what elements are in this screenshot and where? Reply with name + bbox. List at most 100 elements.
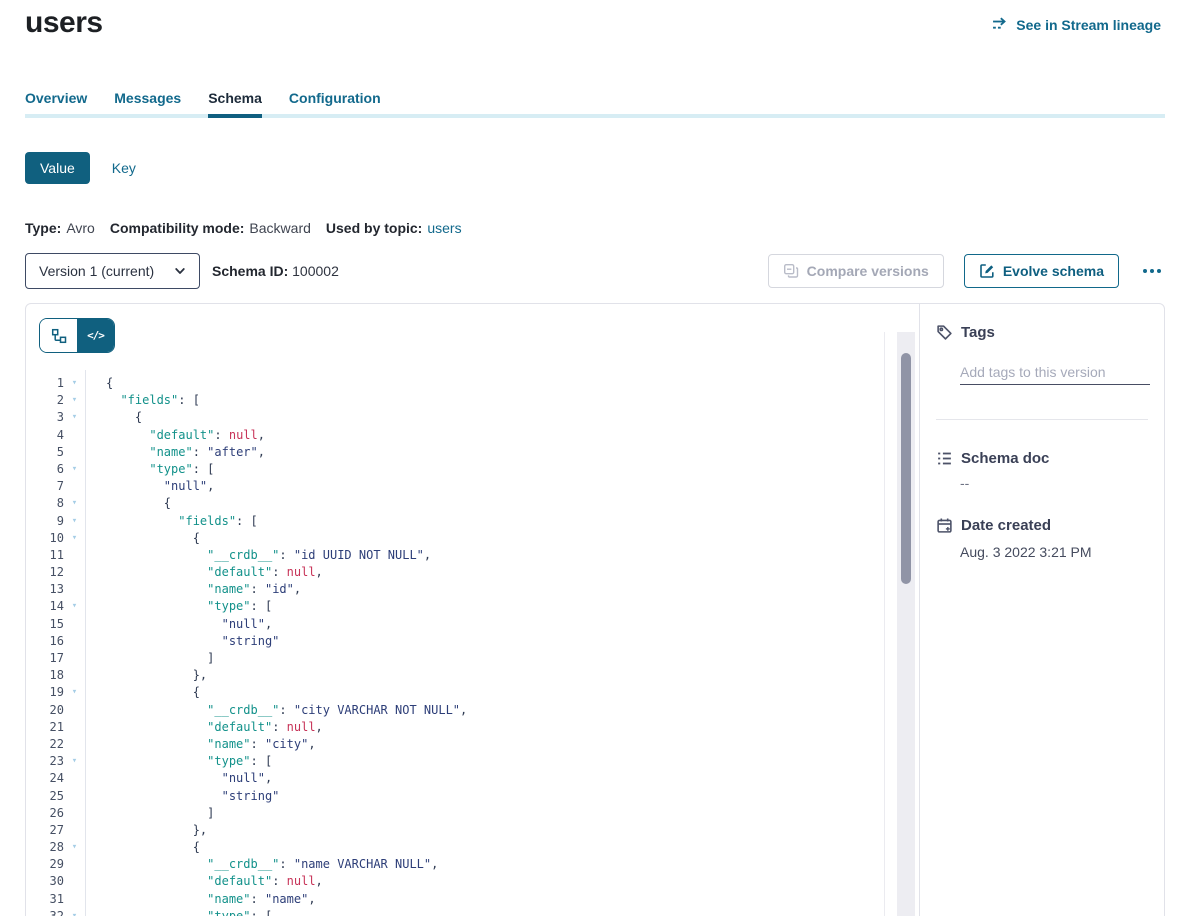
fold-toggle-icon[interactable]: ▾ (64, 495, 85, 512)
code-text: "type": [ (85, 908, 272, 916)
code-view-button[interactable]: </> (77, 319, 114, 352)
tab[interactable]: Messages (114, 88, 181, 118)
evolve-schema-button[interactable]: Evolve schema (964, 254, 1119, 288)
code-text: "type": [ (85, 753, 272, 770)
code-line: 16 "string" (26, 633, 919, 650)
code-text: "string" (85, 788, 279, 805)
add-tags-input[interactable] (960, 359, 1150, 385)
value-key-toggle: Value Key (25, 152, 136, 184)
code-line: 1▾{ (26, 375, 919, 392)
schema-meta: Type: Avro Compatibility mode: Backward … (25, 220, 462, 236)
schema-panel: </> 1▾{2▾ "fields": [3▾ {4 "default": nu… (25, 303, 1165, 916)
code-text: "fields": [ (85, 513, 258, 530)
line-number: 8 (26, 495, 64, 512)
compare-versions-button[interactable]: Compare versions (768, 254, 944, 288)
code-text: ] (85, 805, 214, 822)
key-button[interactable]: Key (112, 160, 136, 176)
code-line: 27 }, (26, 822, 919, 839)
line-number: 26 (26, 805, 64, 822)
tab[interactable]: Schema (208, 88, 262, 118)
fold-spacer (64, 736, 85, 753)
fold-spacer (64, 770, 85, 787)
code-text: "name": "city", (85, 736, 316, 753)
tab[interactable]: Configuration (289, 88, 381, 118)
value-button[interactable]: Value (25, 152, 90, 184)
line-number: 10 (26, 530, 64, 547)
fold-toggle-icon[interactable]: ▾ (64, 908, 85, 916)
fold-toggle-icon[interactable]: ▾ (64, 753, 85, 770)
code-line: 29 "__crdb__": "name VARCHAR NULL", (26, 856, 919, 873)
schema-code-region: </> 1▾{2▾ "fields": [3▾ {4 "default": nu… (26, 304, 920, 916)
version-bar: Version 1 (current) Schema ID: 100002 (25, 253, 1165, 289)
version-select[interactable]: Version 1 (current) (25, 253, 200, 289)
stream-lineage-link[interactable]: See in Stream lineage (992, 16, 1161, 33)
date-created-value: Aug. 3 2022 3:21 PM (960, 544, 1092, 560)
fold-spacer (64, 856, 85, 873)
fold-toggle-icon[interactable]: ▾ (64, 530, 85, 547)
fold-toggle-icon[interactable]: ▾ (64, 461, 85, 478)
line-number: 14 (26, 598, 64, 615)
line-number: 4 (26, 427, 64, 444)
tab-bar: Overview Messages Schema Configuration (25, 88, 1165, 118)
fold-toggle-icon[interactable]: ▾ (64, 839, 85, 856)
code-line: 9▾ "fields": [ (26, 513, 919, 530)
fold-spacer (64, 788, 85, 805)
code-line: 7 "null", (26, 478, 919, 495)
code-line: 13 "name": "id", (26, 581, 919, 598)
meta-item: Compatibility mode: Backward (110, 220, 311, 236)
tree-view-icon (51, 328, 67, 344)
line-number: 31 (26, 891, 64, 908)
fold-toggle-icon[interactable]: ▾ (64, 684, 85, 701)
code-text: "null", (85, 616, 272, 633)
schema-doc-heading: Schema doc (936, 450, 1049, 467)
code-line: 11 "__crdb__": "id UUID NOT NULL", (26, 547, 919, 564)
stream-lineage-icon (992, 16, 1009, 33)
code-text: }, (85, 822, 207, 839)
dot-icon (1157, 269, 1161, 273)
code-text: { (85, 839, 200, 856)
edit-icon (979, 263, 995, 279)
compare-icon (783, 263, 799, 279)
fold-toggle-icon[interactable]: ▾ (64, 392, 85, 409)
fold-spacer (64, 719, 85, 736)
code-text: { (85, 684, 200, 701)
fold-spacer (64, 702, 85, 719)
active-tab-underline (208, 114, 262, 118)
line-number: 22 (26, 736, 64, 753)
code-text: "default": null, (85, 564, 323, 581)
code-line: 21 "default": null, (26, 719, 919, 736)
line-number: 7 (26, 478, 64, 495)
code-line: 2▾ "fields": [ (26, 392, 919, 409)
meta-item: Used by topic: users (326, 220, 462, 236)
code-text: { (85, 409, 142, 426)
fold-toggle-icon[interactable]: ▾ (64, 409, 85, 426)
code-text: "null", (85, 770, 272, 787)
code-line: 32▾ "type": [ (26, 908, 919, 916)
line-number: 16 (26, 633, 64, 650)
code-line: 26 ] (26, 805, 919, 822)
code-line: 28▾ { (26, 839, 919, 856)
code-line: 14▾ "type": [ (26, 598, 919, 615)
fold-toggle-icon[interactable]: ▾ (64, 513, 85, 530)
code-text: { (85, 375, 113, 392)
code-text: "fields": [ (85, 392, 200, 409)
code-line: 19▾ { (26, 684, 919, 701)
code-line: 31 "name": "name", (26, 891, 919, 908)
scrollbar-track[interactable] (897, 332, 915, 916)
code-text: "null", (85, 478, 214, 495)
tab[interactable]: Overview (25, 88, 87, 118)
more-options-button[interactable] (1139, 265, 1165, 277)
scrollbar-thumb[interactable] (901, 353, 911, 584)
line-number: 17 (26, 650, 64, 667)
code-text: "type": [ (85, 598, 272, 615)
sidebar-divider (936, 419, 1148, 420)
fold-toggle-icon[interactable]: ▾ (64, 598, 85, 615)
line-number: 30 (26, 873, 64, 890)
schema-id: Schema ID: 100002 (212, 263, 339, 279)
fold-spacer (64, 891, 85, 908)
line-number: 15 (26, 616, 64, 633)
tree-view-button[interactable] (40, 319, 77, 352)
fold-toggle-icon[interactable]: ▾ (64, 375, 85, 392)
fold-spacer (64, 633, 85, 650)
fold-spacer (64, 667, 85, 684)
